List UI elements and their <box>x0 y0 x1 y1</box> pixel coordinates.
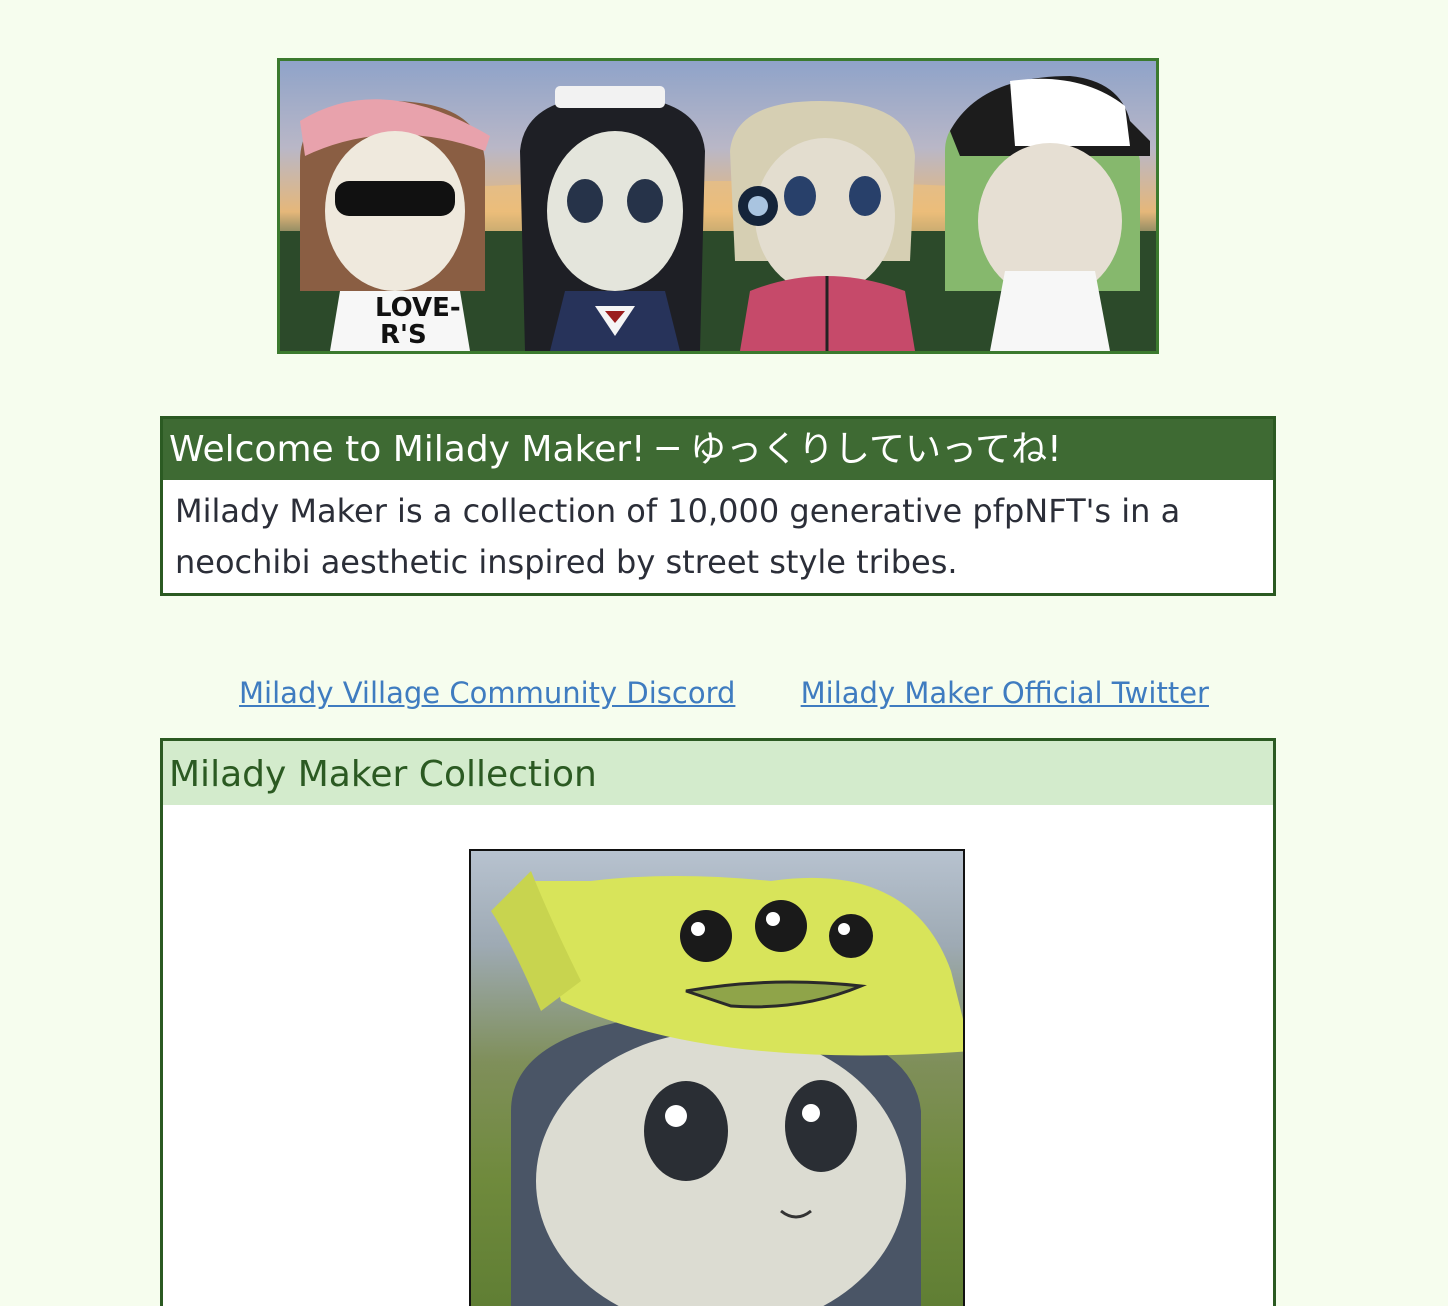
collection-title: Milady Maker Collection <box>163 741 1273 805</box>
twitter-link[interactable]: Milady Maker Official Twitter <box>801 676 1209 710</box>
social-links: Milady Village Community Discord Milady … <box>0 676 1448 710</box>
milady-banner-image: LOVE- R'S <box>277 58 1159 354</box>
svg-text:LOVE-: LOVE- <box>375 293 461 323</box>
welcome-panel: Welcome to Milady Maker! ─ ゆっくりしていってね! M… <box>160 416 1276 596</box>
collection-panel: Milady Maker Collection <box>160 738 1276 1306</box>
milady-nft-image[interactable] <box>469 849 965 1306</box>
svg-text:R'S: R'S <box>380 320 427 350</box>
page: LOVE- R'S Welcome to Milady Maker! ─ ゆっく… <box>0 0 1448 1306</box>
welcome-description: Milady Maker is a collection of 10,000 g… <box>175 492 1181 581</box>
discord-link[interactable]: Milady Village Community Discord <box>239 676 735 710</box>
welcome-title: Welcome to Milady Maker! ─ ゆっくりしていってね! <box>163 419 1273 480</box>
